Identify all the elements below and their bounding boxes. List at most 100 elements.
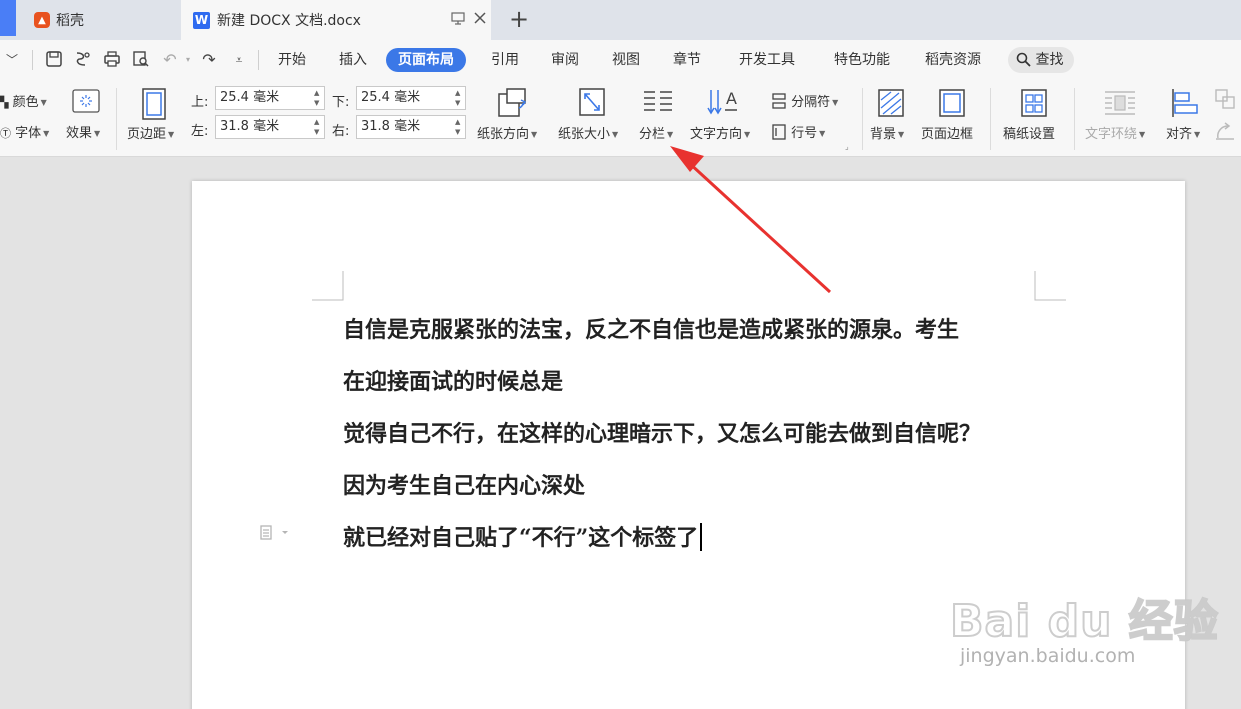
align-icon[interactable]	[1170, 88, 1200, 118]
menu-view[interactable]: 视图	[608, 48, 644, 72]
menu-dropdown-icon[interactable]: ﹀	[0, 50, 24, 70]
top-margin-value: 25.4 毫米	[220, 90, 280, 105]
wps-writer-icon: W	[193, 11, 210, 29]
margins-label: 页边距	[127, 127, 167, 142]
menu-references[interactable]: 引用	[487, 48, 523, 72]
new-tab-button[interactable]: +	[505, 6, 533, 34]
left-margin-input[interactable]: 31.8 毫米 ▲ ▼	[215, 115, 325, 139]
color-label: 颜色	[12, 95, 39, 110]
top-margin-label: 上:	[191, 95, 209, 110]
paragraph-handle-icon[interactable]	[258, 524, 294, 544]
right-margin-input[interactable]: 31.8 毫米 ▲ ▼	[356, 115, 466, 139]
menu-row: ﹀ ↶ ▾ ↷ ⩡ 开始 插入 页面布局 引用 审阅 视图 章节 开发工具 特色…	[0, 40, 1241, 80]
menu-page-layout[interactable]: 页面布局	[386, 48, 466, 72]
background-button[interactable]: 背景 ▼	[870, 123, 904, 142]
bottom-margin-label: 下:	[332, 95, 350, 110]
orientation-icon[interactable]	[497, 86, 529, 118]
undo-icon[interactable]: ↶	[160, 50, 180, 70]
orientation-button[interactable]: 纸张方向 ▼	[477, 123, 537, 142]
color-button[interactable]: ▚ 颜色 ▼	[0, 91, 47, 110]
menu-developer-tools[interactable]: 开发工具	[735, 48, 799, 72]
font-button[interactable]: Ⓣ 字体 ▼	[0, 122, 49, 141]
text-wrap-icon[interactable]	[1104, 89, 1136, 117]
document-line-5-wrapper[interactable]: 就已经对自己贴了“不行”这个标签了	[343, 520, 703, 552]
search-label: 查找	[1035, 52, 1064, 68]
spinner-icon[interactable]: ▲ ▼	[314, 88, 322, 108]
print-preview-icon[interactable]	[131, 50, 151, 70]
align-label: 对齐	[1166, 127, 1193, 142]
line-numbers-button[interactable]: 行号 ▼	[771, 122, 825, 141]
align-button[interactable]: 对齐 ▼	[1166, 123, 1200, 142]
undo-dropdown-icon[interactable]: ▾	[178, 50, 198, 70]
close-tab-icon[interactable]	[469, 12, 491, 28]
search-button[interactable]: 查找	[1008, 47, 1074, 73]
spinner-icon[interactable]: ▲ ▼	[455, 88, 463, 108]
menu-chapter[interactable]: 章节	[669, 48, 705, 72]
spinner-icon[interactable]: ▲ ▼	[314, 117, 322, 137]
svg-text:A: A	[726, 89, 737, 108]
separator	[1074, 88, 1075, 150]
line-numbers-label: 行号	[791, 126, 818, 141]
right-margin-label: 右:	[332, 124, 350, 139]
rotate-icon[interactable]	[1214, 120, 1236, 142]
home-tab-edge[interactable]	[0, 0, 16, 36]
customize-toolbar-icon[interactable]: ⩡	[229, 50, 249, 70]
separator	[116, 88, 117, 150]
bottom-margin-value: 25.4 毫米	[361, 90, 421, 105]
menu-insert[interactable]: 插入	[335, 48, 371, 72]
page-border-icon[interactable]	[938, 88, 966, 118]
paper-size-label: 纸张大小	[558, 127, 611, 142]
document-line-4[interactable]: 因为考生自己在内心深处	[343, 468, 585, 500]
spinner-icon[interactable]: ▲ ▼	[455, 117, 463, 137]
margins-button[interactable]: 页边距 ▼	[127, 123, 174, 142]
top-margin-input[interactable]: 25.4 毫米 ▲ ▼	[215, 86, 325, 110]
separator	[862, 88, 863, 150]
tab-daoke-label: 稻壳	[56, 13, 84, 29]
separator	[32, 50, 33, 70]
left-margin-value: 31.8 毫米	[220, 119, 280, 134]
tab-document[interactable]: W 新建 DOCX 文档.docx	[181, 0, 491, 40]
background-icon[interactable]	[877, 88, 905, 118]
page-setup-launcher-icon[interactable]: ⌟	[845, 142, 849, 151]
document-line-2[interactable]: 在迎接面试的时候总是	[343, 364, 563, 396]
menu-review[interactable]: 审阅	[547, 48, 583, 72]
left-margin-label: 左:	[191, 124, 209, 139]
tab-daoke[interactable]: ▲ 稻壳	[16, 0, 176, 40]
annotation-arrow-head	[670, 146, 704, 172]
menu-daoke-resources[interactable]: 稻壳资源	[921, 48, 985, 72]
manuscript-icon[interactable]	[1020, 88, 1048, 118]
font-label: 字体	[15, 126, 42, 141]
print-icon[interactable]	[102, 50, 122, 70]
margins-icon[interactable]	[140, 88, 168, 120]
group-icon[interactable]	[1214, 88, 1236, 110]
manuscript-button[interactable]: 稿纸设置	[1003, 123, 1055, 142]
text-wrap-button[interactable]: 文字环绕 ▼	[1085, 123, 1145, 142]
color-icon: ▚	[0, 96, 9, 109]
menu-special-features[interactable]: 特色功能	[830, 48, 894, 72]
bottom-margin-input[interactable]: 25.4 毫米 ▲ ▼	[356, 86, 466, 110]
font-icon: Ⓣ	[0, 127, 11, 140]
effects-icon[interactable]	[72, 89, 100, 113]
effects-label: 效果	[66, 126, 93, 141]
text-cursor	[700, 523, 703, 551]
monitor-icon[interactable]	[447, 11, 469, 29]
breaks-button[interactable]: 分隔符 ▼	[771, 91, 838, 110]
save-icon[interactable]	[44, 50, 64, 70]
paper-size-button[interactable]: 纸张大小 ▼	[558, 123, 618, 142]
separator	[258, 50, 259, 70]
redo-icon[interactable]: ↷	[199, 50, 219, 70]
export-icon[interactable]	[72, 50, 92, 70]
tab-document-title: 新建 DOCX 文档.docx	[217, 13, 361, 29]
columns-icon[interactable]	[643, 89, 673, 115]
effects-button[interactable]: 效果 ▼	[66, 122, 100, 141]
breaks-label: 分隔符	[791, 95, 831, 110]
page-border-button[interactable]: 页面边框	[921, 123, 973, 142]
document-line-5: 就已经对自己贴了“不行”这个标签了	[343, 525, 699, 551]
document-line-3[interactable]: 觉得自己不行，在这样的心理暗示下，又怎么可能去做到自信呢？	[343, 416, 981, 448]
menu-start[interactable]: 开始	[274, 48, 310, 72]
text-direction-icon[interactable]: A	[707, 86, 741, 118]
margin-corner-top-left	[312, 271, 344, 301]
page-layout-ribbon: ▚ 颜色 ▼ Ⓣ 字体 ▼ 效果 ▼ 页边距 ▼ 上: 25.4 毫米 ▲ ▼ 下: 25…	[0, 80, 1241, 157]
document-line-1[interactable]: 自信是克服紧张的法宝，反之不自信也是造成紧张的源泉。考生	[343, 312, 959, 344]
paper-size-icon[interactable]	[578, 87, 606, 117]
